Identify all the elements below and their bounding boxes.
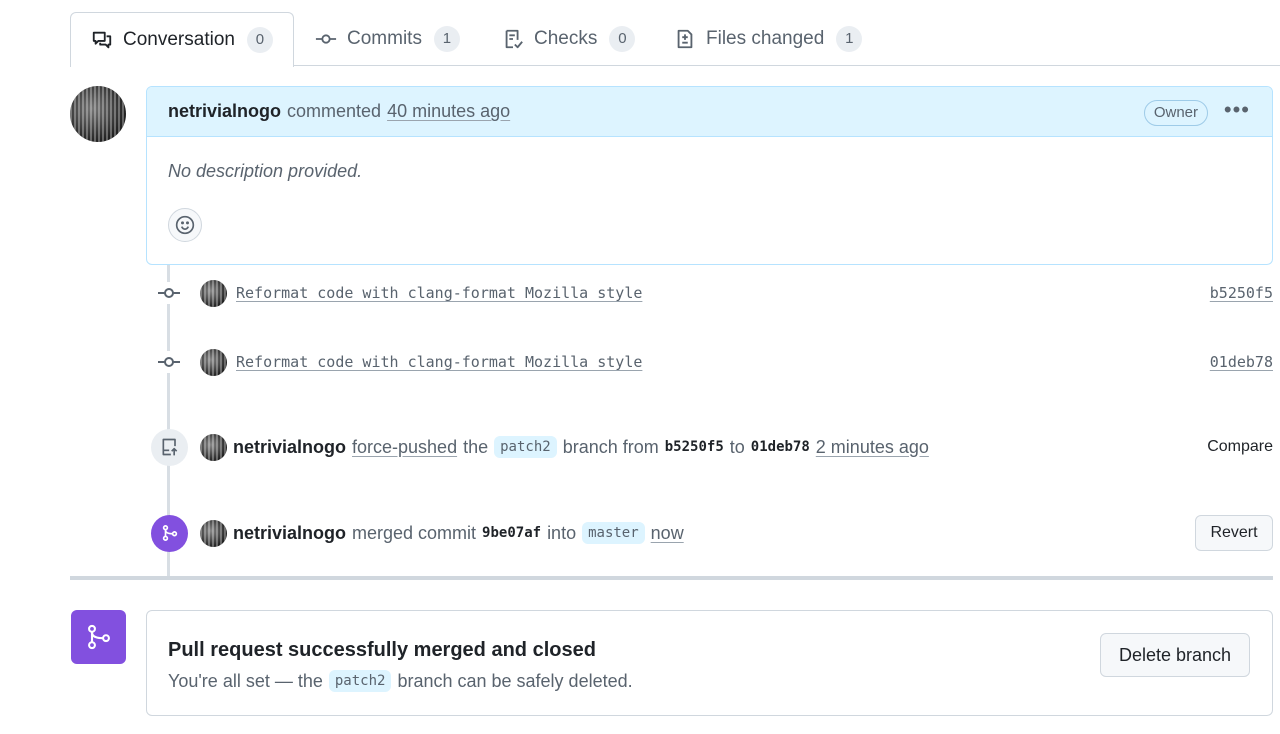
commit-message-link[interactable]: Reformat code with clang-format Mozilla … — [236, 284, 642, 302]
git-commit-icon — [315, 34, 337, 44]
comment-discussion-icon — [92, 31, 112, 49]
merged-status-card: Pull request successfully merged and clo… — [146, 610, 1273, 716]
tab-commits[interactable]: Commits 1 — [315, 12, 460, 66]
event-text-merged-commit: merged commit — [352, 522, 477, 543]
comment-author[interactable]: netrivialnogo — [168, 101, 281, 122]
event-timestamp[interactable]: now — [651, 523, 684, 544]
tab-label: Checks — [534, 28, 598, 49]
avatar[interactable] — [200, 433, 227, 461]
comment-timestamp[interactable]: 40 minutes ago — [387, 101, 510, 122]
pr-description-comment: netrivialnogo commented 40 minutes ago O… — [146, 86, 1273, 265]
compare-link[interactable]: Compare — [1207, 438, 1273, 456]
owner-badge: Owner — [1143, 100, 1208, 126]
to-sha[interactable]: 01deb78 — [751, 439, 810, 455]
event-text-to: to — [729, 436, 745, 457]
branch-tag[interactable]: patch2 — [494, 436, 557, 458]
tab-files-changed[interactable]: Files changed 1 — [674, 12, 863, 66]
comment-body: No description provided. — [168, 161, 363, 181]
pr-tabs: Conversation 0 Commits 1 Checks 0 Files … — [70, 12, 1280, 67]
branch-tag[interactable]: patch2 — [328, 670, 392, 692]
timeline-separator — [70, 576, 1273, 580]
event-text-the: the — [463, 436, 489, 457]
more-options-icon[interactable]: ••• — [1224, 97, 1250, 123]
merge-description: netrivialnogo merged commit 9be07af into… — [200, 519, 684, 547]
delete-branch-button[interactable]: Delete branch — [1100, 633, 1250, 677]
timeline-merge-event: netrivialnogo merged commit 9be07af into… — [146, 514, 1273, 552]
avatar[interactable] — [200, 279, 227, 307]
comment-action: commented — [287, 101, 382, 121]
git-merge-icon — [71, 610, 126, 664]
commit-sha-link[interactable]: 01deb78 — [1210, 353, 1273, 371]
revert-button[interactable]: Revert — [1195, 515, 1273, 551]
event-author[interactable]: netrivialnogo — [233, 523, 346, 544]
event-timestamp[interactable]: 2 minutes ago — [816, 437, 929, 458]
tab-label: Conversation — [123, 29, 235, 50]
tab-counter: 0 — [246, 27, 273, 53]
tab-counter: 1 — [433, 26, 460, 52]
repo-push-icon — [151, 428, 188, 466]
add-reaction-button[interactable] — [168, 208, 202, 242]
merged-subtitle: You're all set — the patch2 branch can b… — [168, 670, 633, 692]
merge-commit-sha[interactable]: 9be07af — [482, 525, 541, 541]
event-text-into: into — [547, 522, 577, 543]
tab-label: Commits — [347, 28, 422, 49]
merged-subtitle-prefix: You're all set — the — [168, 670, 323, 691]
commit-message-link[interactable]: Reformat code with clang-format Mozilla … — [236, 353, 642, 371]
tab-counter: 0 — [609, 26, 636, 52]
timeline-commit: Reformat code with clang-format Mozilla … — [146, 279, 1273, 307]
tab-counter: 1 — [836, 26, 863, 52]
merged-title: Pull request successfully merged and clo… — [168, 639, 596, 661]
avatar[interactable] — [200, 348, 227, 376]
merged-subtitle-suffix: branch can be safely deleted. — [397, 670, 633, 691]
branch-tag[interactable]: master — [582, 522, 645, 544]
timeline-commit: Reformat code with clang-format Mozilla … — [146, 348, 1273, 376]
tab-checks[interactable]: Checks 0 — [502, 12, 636, 66]
force-push-description: netrivialnogo force-pushed the patch2 br… — [200, 433, 929, 461]
tab-conversation[interactable]: Conversation 0 — [70, 12, 294, 67]
timeline-force-push-event: netrivialnogo force-pushed the patch2 br… — [146, 428, 1273, 466]
avatar[interactable] — [70, 86, 126, 142]
event-text-branch-from: branch from — [562, 436, 659, 457]
git-merge-icon — [151, 514, 188, 552]
tab-label: Files changed — [706, 28, 825, 49]
smiley-icon — [175, 215, 195, 235]
checklist-icon — [505, 29, 523, 49]
comment-header: netrivialnogo commented 40 minutes ago O… — [147, 87, 1272, 137]
from-sha[interactable]: b5250f5 — [665, 439, 724, 455]
commit-sha-link[interactable]: b5250f5 — [1210, 284, 1273, 302]
file-diff-icon — [677, 29, 693, 49]
git-commit-icon — [158, 351, 180, 373]
event-author[interactable]: netrivialnogo — [233, 437, 346, 458]
git-commit-icon — [158, 282, 180, 304]
force-pushed-link[interactable]: force-pushed — [352, 437, 457, 458]
avatar[interactable] — [200, 519, 227, 547]
